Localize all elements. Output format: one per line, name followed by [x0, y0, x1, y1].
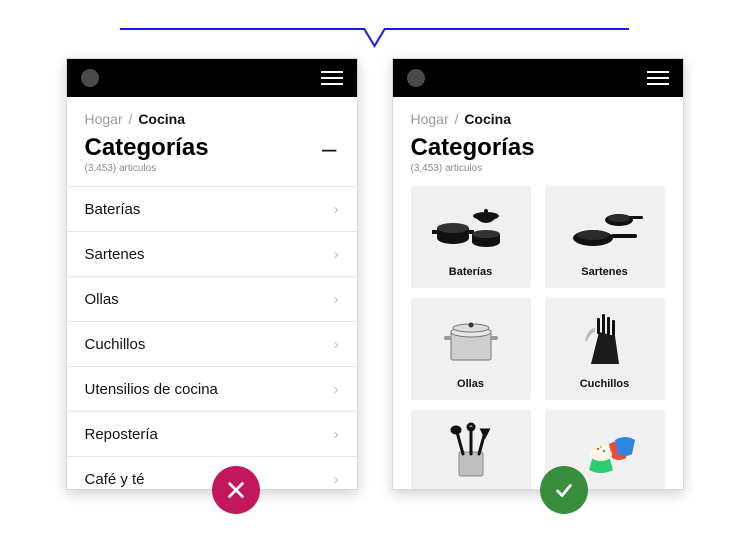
list-item-label: Cuchillos	[85, 336, 146, 353]
list-item[interactable]: Sartenes ›	[67, 231, 357, 276]
example-grid-variant: Hogar / Cocina Categorías (3,453) articu…	[392, 58, 684, 490]
list-item[interactable]: Cuchillos ›	[67, 321, 357, 366]
breadcrumb[interactable]: Hogar / Cocina	[411, 111, 665, 127]
collapse-toggle[interactable]: –	[322, 135, 338, 161]
bad-example-badge	[212, 466, 260, 514]
chevron-right-icon: ›	[334, 201, 339, 218]
list-item[interactable]: Ollas ›	[67, 276, 357, 321]
grid-card-baterias[interactable]: Baterías	[411, 186, 531, 288]
example-list-variant: Hogar / Cocina Categorías – (3,453) arti…	[66, 58, 358, 490]
breadcrumb-current: Cocina	[138, 111, 185, 127]
app-topbar	[67, 59, 357, 97]
grid-card-label: Baterías	[449, 266, 492, 278]
frying-pans-icon	[565, 198, 645, 258]
app-topbar	[393, 59, 683, 97]
check-icon	[553, 479, 575, 501]
hamburger-icon[interactable]	[647, 71, 669, 85]
avatar-icon[interactable]	[407, 69, 425, 87]
breadcrumb-current: Cocina	[464, 111, 511, 127]
avatar-icon[interactable]	[81, 69, 99, 87]
grid-card-sartenes[interactable]: Sartenes	[545, 186, 665, 288]
breadcrumb[interactable]: Hogar / Cocina	[85, 111, 339, 127]
list-item-label: Baterías	[85, 201, 141, 218]
utensil-holder-icon	[431, 422, 511, 482]
list-item[interactable]: Utensilios de cocina ›	[67, 366, 357, 411]
list-item-label: Ollas	[85, 291, 119, 308]
cookware-set-icon	[431, 198, 511, 258]
grid-card-label: Ollas	[457, 378, 484, 390]
list-item-label: Sartenes	[85, 246, 145, 263]
page-title: Categorías	[85, 135, 209, 161]
list-item[interactable]: Baterías ›	[67, 186, 357, 231]
chevron-right-icon: ›	[334, 291, 339, 308]
list-item[interactable]: Repostería ›	[67, 411, 357, 456]
stockpot-icon	[431, 310, 511, 370]
chevron-right-icon: ›	[334, 246, 339, 263]
knife-block-icon	[565, 310, 645, 370]
good-example-badge	[540, 466, 588, 514]
article-count: (3,453) articulos	[411, 163, 665, 174]
grid-card-cuchillos[interactable]: Cuchillos	[545, 298, 665, 400]
page-title: Categorías	[411, 135, 665, 161]
hamburger-icon[interactable]	[321, 71, 343, 85]
category-grid: Baterías Sartenes Ollas	[411, 186, 665, 489]
chevron-right-icon: ›	[334, 336, 339, 353]
close-icon	[225, 479, 247, 501]
list-item-label: Café y té	[85, 471, 145, 488]
breadcrumb-separator: /	[127, 111, 135, 127]
chevron-right-icon: ›	[334, 471, 339, 488]
grid-card-label: Sartenes	[581, 266, 627, 278]
comparison-pointer	[120, 28, 629, 50]
breadcrumb-parent[interactable]: Hogar	[411, 111, 449, 127]
chevron-right-icon: ›	[334, 426, 339, 443]
breadcrumb-parent[interactable]: Hogar	[85, 111, 123, 127]
list-item[interactable]: Café y té ›	[67, 456, 357, 489]
chevron-right-icon: ›	[334, 381, 339, 398]
category-list: Baterías › Sartenes › Ollas › Cuchillos …	[67, 186, 357, 489]
list-item-label: Repostería	[85, 426, 158, 443]
list-item-label: Utensilios de cocina	[85, 381, 218, 398]
grid-card-utensilios[interactable]: Utensilios	[411, 410, 531, 489]
grid-card-ollas[interactable]: Ollas	[411, 298, 531, 400]
grid-card-label: Cuchillos	[580, 378, 630, 390]
breadcrumb-separator: /	[453, 111, 461, 127]
article-count: (3,453) articulos	[85, 163, 339, 174]
